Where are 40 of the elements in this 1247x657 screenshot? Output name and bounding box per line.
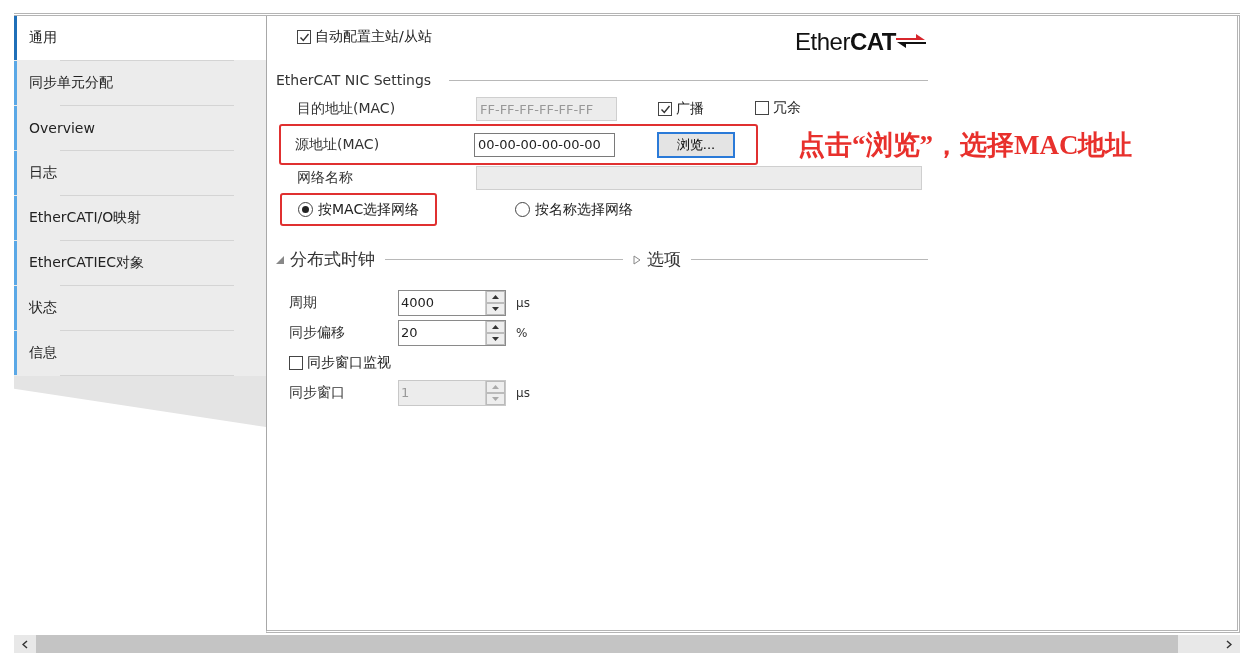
horizontal-scrollbar[interactable]: [14, 635, 1240, 653]
unit-label: µs: [516, 386, 530, 400]
increment-button[interactable]: [486, 291, 505, 303]
up-arrow-icon: [492, 325, 499, 329]
field-label: 目的地址(MAC): [297, 100, 397, 118]
up-arrow-icon: [492, 385, 499, 389]
decrement-button[interactable]: [486, 303, 505, 315]
field-label: 周期: [289, 294, 318, 312]
up-arrow-icon: [492, 295, 499, 299]
decrement-button[interactable]: [486, 333, 505, 345]
down-arrow-icon: [492, 337, 499, 341]
checkbox[interactable]: 自动配置主站/从站: [297, 28, 432, 46]
unit-label: %: [516, 326, 528, 340]
logo-text: EtherCAT: [795, 28, 896, 56]
radio-option[interactable]: 按MAC选择网络: [280, 193, 438, 226]
source-mac-field[interactable]: 00-00-00-00-00-00: [474, 132, 615, 157]
collapsed-triangle-icon: [632, 254, 641, 265]
down-arrow-icon: [492, 307, 499, 311]
spin-field[interactable]: 4000: [398, 290, 506, 316]
radio-option[interactable]: 按名称选择网络: [497, 193, 652, 226]
field-label: 同步窗口: [289, 384, 346, 402]
spin-field[interactable]: 20: [398, 320, 506, 346]
increment-button[interactable]: [486, 321, 505, 333]
checkmark-icon: [298, 31, 310, 43]
section-toggle[interactable]: 分布式时钟: [276, 248, 375, 271]
unit-label: µs: [516, 296, 530, 310]
section-toggle[interactable]: 选项: [632, 248, 681, 271]
chevron-left-icon: [22, 639, 28, 649]
annotation-text: 点击“浏览”，选择MAC地址: [798, 128, 1133, 162]
field-label: 网络名称: [297, 169, 354, 187]
checkbox[interactable]: 同步窗口监视: [289, 354, 391, 372]
chevron-right-icon: [1226, 639, 1232, 649]
expanded-triangle-icon: [276, 255, 284, 264]
down-arrow-icon: [492, 397, 499, 401]
field-label: 源地址(MAC): [295, 135, 381, 154]
checkmark-icon: [659, 103, 671, 115]
field-label: 同步偏移: [289, 324, 346, 342]
browse-button[interactable]: 浏览...: [657, 131, 735, 158]
sidebar-tab[interactable]: 通用: [14, 16, 266, 60]
section-title: EtherCAT NIC Settings: [276, 72, 432, 88]
